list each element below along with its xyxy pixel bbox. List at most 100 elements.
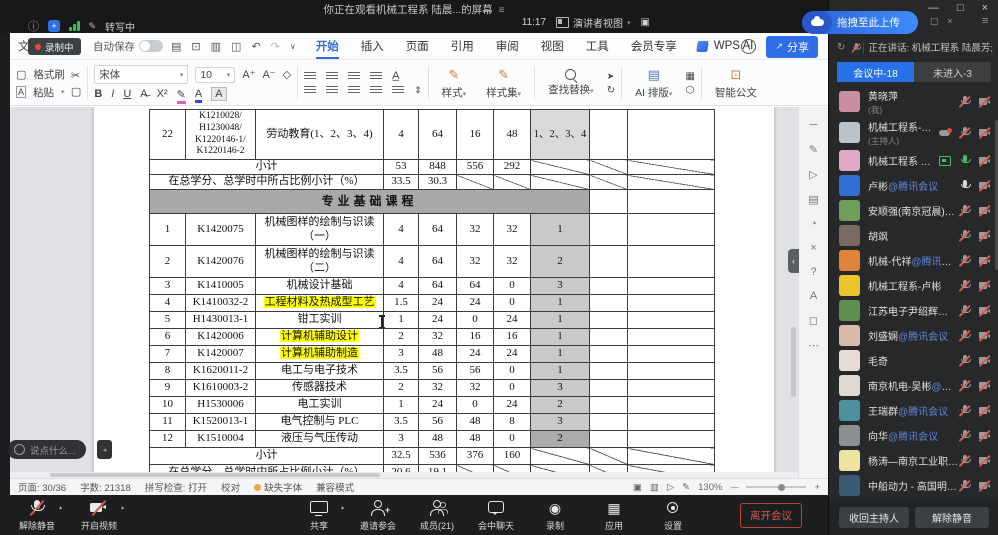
minimize-button[interactable]: — (928, 2, 939, 14)
side-tool-icon-8[interactable]: A (810, 290, 817, 302)
select-cursor-icon[interactable]: ➤ (607, 71, 615, 82)
indent-icon[interactable] (370, 72, 382, 81)
toolbar-录制[interactable]: ◉录制 (532, 499, 578, 532)
participant-row[interactable]: 南京机电-吴彬@腾讯会议 (829, 373, 998, 398)
participant-row[interactable]: 机械工程系-卢彬 (829, 273, 998, 298)
layout-box-icon[interactable]: ▦ (685, 71, 694, 82)
participant-row[interactable]: 机械工程系-晶晶(主持人) (829, 117, 998, 148)
participant-row[interactable]: 向华@腾讯会议 (829, 423, 998, 448)
styles-button[interactable]: ✎ 样式▾ (435, 67, 474, 100)
maximize-button[interactable]: □ (957, 2, 964, 14)
side-tool-icon-2[interactable]: ✎ (809, 143, 818, 156)
cut-icon[interactable]: ✂ (71, 69, 81, 82)
redo-icon[interactable]: ↷ (271, 40, 280, 53)
paste-button[interactable]: 粘贴 (33, 85, 54, 100)
say-something-pill[interactable]: 说点什么... (7, 440, 86, 459)
view-mode-selector[interactable]: 演讲者视图 ▾ (556, 15, 631, 30)
align-left-icon[interactable] (304, 86, 316, 95)
collapse-panel-tab[interactable]: ‹ (788, 249, 799, 273)
print-preview-icon[interactable]: ◫ (231, 40, 241, 53)
toolbar-成员(21)[interactable]: 成员(21) (414, 499, 460, 532)
side-tool-icon-1[interactable]: ─ (810, 119, 818, 131)
participant-row[interactable]: 机械-代祥@腾讯会议 (829, 248, 998, 273)
popout-icon[interactable]: ▢ (930, 16, 939, 27)
undo-icon[interactable]: ↶ (251, 40, 260, 53)
side-tool-icon-3[interactable]: ▷ (809, 168, 817, 181)
missing-font-warning[interactable]: 缺失字体 (254, 480, 302, 494)
participant-row[interactable]: 安顺强(南京冠晨)@腾讯会议 (829, 198, 998, 223)
print-icon[interactable]: ▥ (211, 40, 221, 53)
participant-row[interactable]: 黄晓萍(我) (829, 86, 998, 117)
zoom-in-icon[interactable]: + (814, 482, 820, 493)
side-tool-icon-4[interactable]: ▤ (808, 193, 818, 206)
tab-视图[interactable]: 视图 (531, 33, 574, 59)
line-spacing-icon[interactable]: ⇕ (414, 85, 422, 96)
toolbar-邀请参会[interactable]: +邀请参会 (355, 499, 401, 532)
tab-插入[interactable]: 插入 (351, 33, 394, 59)
refresh-icon[interactable]: ↻ (837, 42, 845, 53)
meeting-info-icon[interactable]: ⓘ (28, 18, 39, 34)
side-tool-icon-6[interactable]: × (810, 242, 816, 254)
fullscreen-icon[interactable]: ▣ (641, 17, 650, 28)
side-tool-icon-7[interactable]: ? (810, 266, 816, 278)
status-item-2[interactable]: 字数: 21318 (80, 480, 131, 494)
participant-row[interactable]: 王瑞群@腾讯会议 (829, 398, 998, 423)
security-shield-icon[interactable]: + (48, 20, 60, 32)
participant-row[interactable]: 机械工程系 陆晨芳 (829, 148, 998, 173)
chat-collapse-arrow[interactable]: ◂ (97, 440, 112, 459)
copy-icon[interactable]: ▢ (71, 85, 81, 98)
side-tool-icon-9[interactable]: ◻ (809, 314, 818, 327)
view-mode-1-icon[interactable]: ▣ (633, 482, 642, 493)
font-family-select[interactable]: 宋体▾ (94, 65, 188, 84)
superscript-icon[interactable]: X² (157, 88, 168, 100)
format-painter-button[interactable]: 格式刷 (33, 67, 65, 82)
participant-row[interactable]: 毛奇 (829, 348, 998, 373)
layout-list-icon[interactable]: ≡ (499, 5, 505, 16)
zoom-slider[interactable] (746, 486, 806, 488)
document-page[interactable]: 22K1210028/ H1230048/ K1220146-1/ K12201… (94, 107, 774, 478)
toolbar-会中聊天[interactable]: 会中聊天 (473, 499, 519, 532)
share-button[interactable]: ↗分享 (766, 36, 818, 58)
smart-doc-button[interactable]: ⊡ 智能公文 (708, 67, 764, 100)
export-icon[interactable]: ⊡ (191, 40, 200, 53)
participant-row[interactable]: 卢彬@腾讯会议 (829, 173, 998, 198)
compat-mode-label[interactable]: 兼容模式 (316, 480, 354, 494)
increase-font-icon[interactable]: A⁺ (242, 68, 255, 81)
tab-页面[interactable]: 页面 (396, 33, 439, 59)
strike-icon[interactable]: A̶ (140, 88, 147, 100)
tab-工具[interactable]: 工具 (576, 33, 619, 59)
italic-icon[interactable]: I (111, 88, 114, 100)
leave-meeting-button[interactable]: 离开会议 (740, 503, 802, 528)
toolbar-解除静音[interactable]: ▴解除静音 (14, 499, 60, 532)
side-tool-icon-10[interactable]: ⋯ (808, 339, 819, 352)
upload-dropzone[interactable]: 拖拽至此上传 (802, 11, 918, 34)
document-scrollbar[interactable] (791, 327, 796, 397)
tab-开始[interactable]: 开始 (306, 33, 349, 59)
view-mode-3-icon[interactable]: ▷ (667, 482, 674, 493)
toolbar-开启视频[interactable]: ▴开启视频 (76, 499, 122, 532)
decrease-font-icon[interactable]: A⁻ (262, 68, 275, 81)
sidebar-menu-icon[interactable]: ≡ (982, 15, 988, 27)
sidebar-tab-未进入-3[interactable]: 未进入-3 (914, 62, 991, 82)
autosave-toggle[interactable]: 自动保存 (93, 39, 163, 54)
document-area[interactable]: 22K1210028/ H1230048/ K1220146-1/ K12201… (10, 107, 798, 478)
save-icon[interactable]: ▤ (171, 40, 181, 53)
sidebar-tab-会议中-18[interactable]: 会议中-18 (837, 62, 914, 82)
number-list-icon[interactable] (326, 72, 338, 81)
zoom-level[interactable]: 130% (698, 482, 722, 493)
toolbar-共享[interactable]: ▴共享 (296, 499, 342, 532)
unmute-all-button[interactable]: 解除静音 (915, 507, 989, 528)
underline-icon[interactable]: U (123, 88, 131, 100)
toolbar-应用[interactable]: ▦应用 (591, 499, 637, 532)
find-replace-button[interactable]: 查找替换▾ (541, 69, 601, 97)
styleset-button[interactable]: ✎ 样式集▾ (479, 67, 528, 100)
participant-row[interactable]: 杨涛—南京工业职业技...@腾讯... (829, 448, 998, 473)
char-shading-icon[interactable]: A (211, 87, 226, 101)
view-mode-4-icon[interactable]: ✎ (682, 482, 690, 493)
transcribe-label[interactable]: 转写中 (105, 19, 135, 34)
rotate-icon[interactable]: ↻ (607, 85, 615, 96)
side-tool-icon-5[interactable]: ◔ (810, 218, 817, 230)
view-mode-2-icon[interactable]: ▥ (650, 482, 659, 493)
outdent-icon[interactable] (348, 72, 360, 81)
justify-icon[interactable] (370, 86, 382, 95)
